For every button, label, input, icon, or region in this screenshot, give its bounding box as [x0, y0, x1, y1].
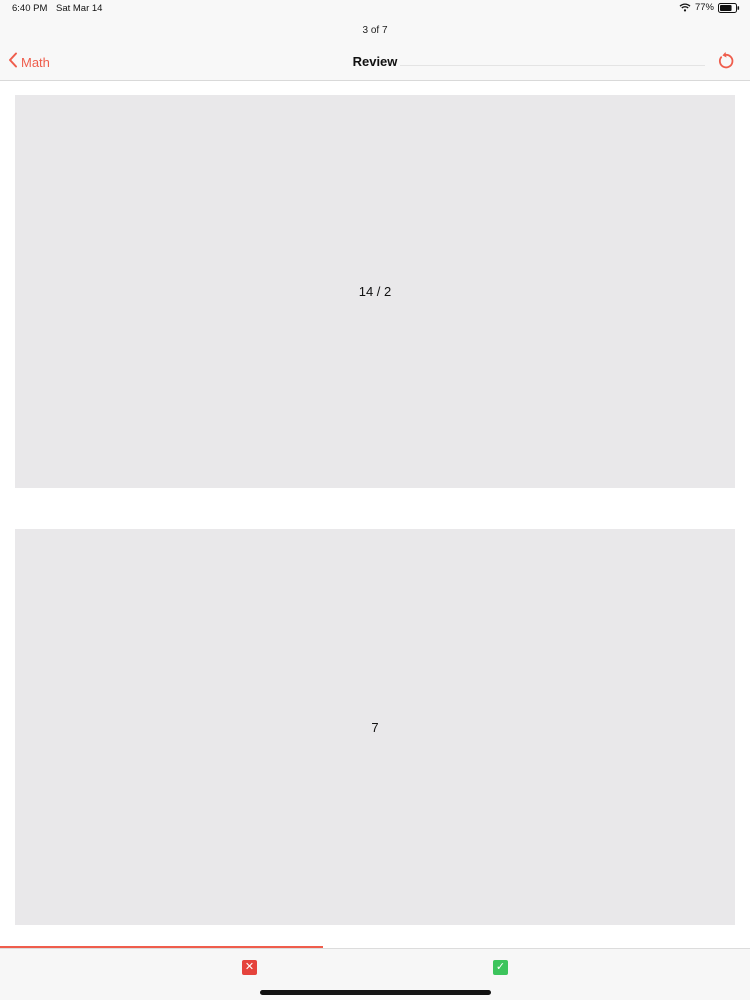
card-question[interactable]: 14 / 2	[15, 95, 735, 488]
status-time: 6:40 PM	[12, 3, 48, 14]
close-icon: ✕	[244, 961, 255, 973]
battery-percent: 77%	[694, 2, 714, 13]
reset-button[interactable]	[716, 51, 736, 71]
question-text: 14 / 2	[358, 284, 392, 299]
incorrect-button[interactable]: ✕	[242, 960, 257, 975]
rotate-ccw-icon	[716, 52, 736, 75]
battery-icon	[718, 2, 740, 13]
card-counter: 3 of 7	[362, 25, 388, 36]
wifi-icon	[679, 3, 691, 12]
review-screen: 6:40 PM Sat Mar 14 77% 3 of 7 Math Revie…	[0, 0, 750, 1000]
top-bar: 6:40 PM Sat Mar 14 77% 3 of 7 Math Revie…	[0, 0, 750, 81]
home-indicator[interactable]	[260, 990, 491, 995]
checkmark-icon: ✓	[495, 961, 506, 973]
answer-text: 7	[371, 719, 379, 735]
card-answer[interactable]: 7	[15, 529, 735, 925]
status-date: Sat Mar 14	[56, 3, 103, 14]
page-title: Review	[352, 54, 398, 69]
correct-button[interactable]: ✓	[493, 960, 508, 975]
title-divider	[400, 65, 705, 66]
status-indicators: 77%	[679, 2, 740, 13]
